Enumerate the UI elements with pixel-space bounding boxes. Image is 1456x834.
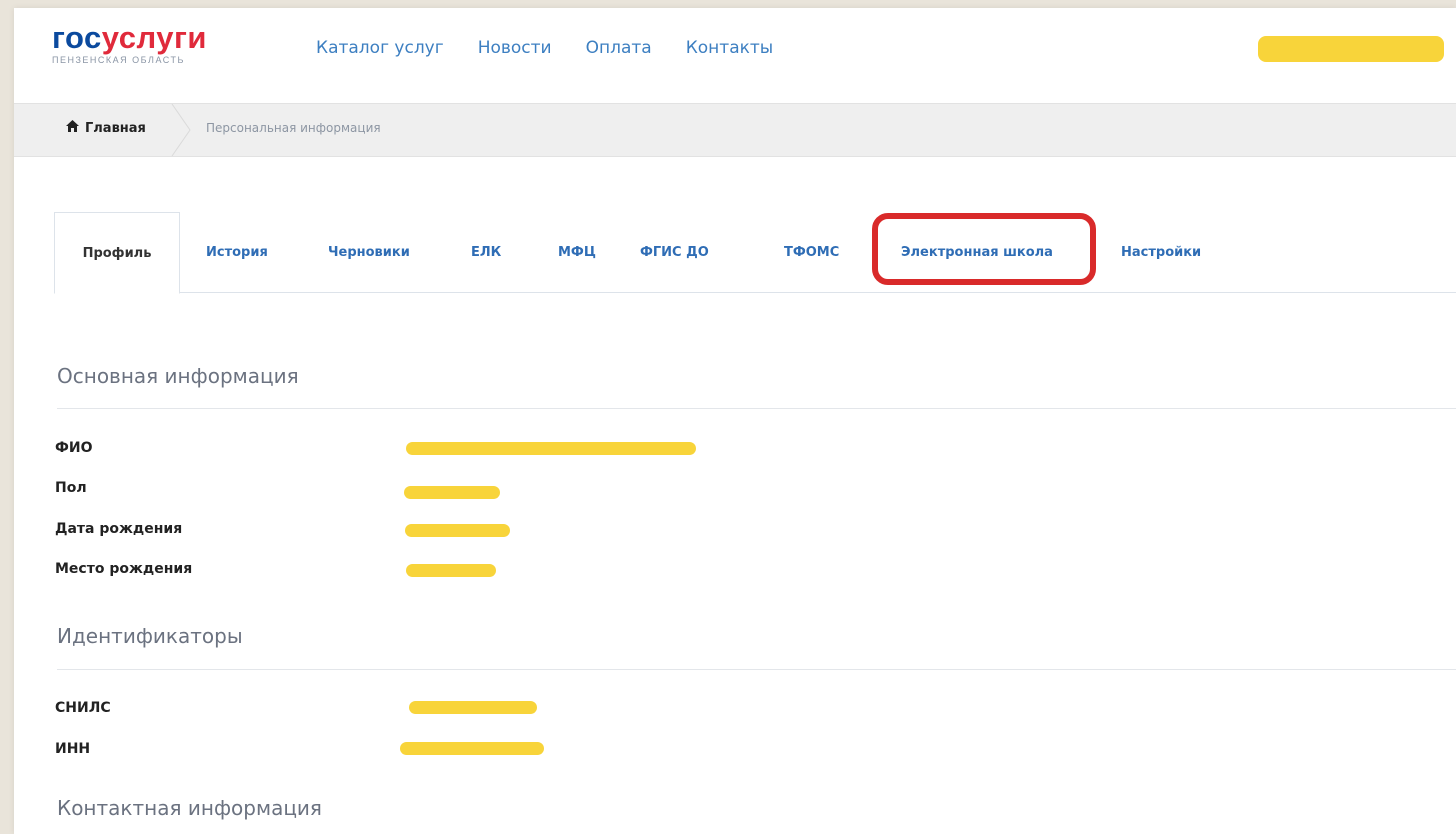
- field-value-fio-redacted: [406, 442, 696, 455]
- field-label-birth-place: Место рождения: [55, 561, 193, 577]
- field-label-snils: СНИЛС: [55, 700, 111, 716]
- breadcrumb-home[interactable]: Главная: [66, 120, 146, 136]
- page: госуслуги ПЕНЗЕНСКАЯ ОБЛАСТЬ Каталог усл…: [14, 8, 1456, 834]
- tab-mfc[interactable]: МФЦ: [558, 212, 596, 292]
- site-header: госуслуги ПЕНЗЕНСКАЯ ОБЛАСТЬ Каталог усл…: [14, 8, 1456, 103]
- breadcrumb-current: Персональная информация: [206, 121, 381, 135]
- tab-profile[interactable]: Профиль: [54, 212, 180, 294]
- field-label-gender: Пол: [55, 480, 87, 496]
- tab-elk[interactable]: ЕЛК: [471, 212, 501, 292]
- field-value-birth-date-redacted: [405, 524, 510, 537]
- nav-news[interactable]: Новости: [478, 38, 552, 58]
- breadcrumb: Главная Персональная информация: [14, 103, 1456, 157]
- tab-tfoms[interactable]: ТФОМС: [784, 212, 839, 292]
- home-icon: [66, 120, 79, 136]
- user-name-redacted[interactable]: [1258, 36, 1444, 62]
- profile-tabs: Профиль История Черновики ЕЛК МФЦ ФГИС Д…: [54, 212, 1456, 294]
- highlight-annotation: [872, 213, 1096, 285]
- section-basic-title: Основная информация: [57, 364, 299, 388]
- tab-fgis-do[interactable]: ФГИС ДО: [640, 212, 709, 292]
- field-value-gender-redacted: [404, 486, 500, 499]
- nav-payment[interactable]: Оплата: [586, 38, 652, 58]
- nav-catalog[interactable]: Каталог услуг: [316, 38, 444, 58]
- section-divider: [57, 669, 1456, 670]
- field-label-inn: ИНН: [55, 741, 91, 757]
- section-ids-title: Идентификаторы: [57, 624, 243, 648]
- section-divider: [57, 408, 1456, 409]
- logo-part-a: гос: [52, 20, 102, 55]
- field-label-birth-date: Дата рождения: [55, 521, 183, 537]
- top-navigation: Каталог услуг Новости Оплата Контакты: [316, 38, 807, 58]
- section-contact-title: Контактная информация: [57, 796, 322, 820]
- field-value-snils-redacted: [409, 701, 537, 714]
- field-label-fio: ФИО: [55, 440, 93, 456]
- tab-settings[interactable]: Настройки: [1121, 212, 1201, 292]
- breadcrumb-home-label: Главная: [85, 120, 146, 136]
- nav-contacts[interactable]: Контакты: [686, 38, 774, 58]
- logo-part-b: услуги: [101, 20, 207, 55]
- gosuslugi-logo[interactable]: госуслуги ПЕНЗЕНСКАЯ ОБЛАСТЬ: [52, 21, 207, 66]
- field-value-birth-place-redacted: [406, 564, 496, 577]
- breadcrumb-separator: [171, 104, 191, 156]
- tab-history[interactable]: История: [206, 212, 268, 292]
- logo-wordmark: госуслуги: [52, 21, 207, 55]
- field-value-inn-redacted: [400, 742, 544, 755]
- tab-drafts[interactable]: Черновики: [328, 212, 410, 292]
- logo-region: ПЕНЗЕНСКАЯ ОБЛАСТЬ: [52, 55, 185, 65]
